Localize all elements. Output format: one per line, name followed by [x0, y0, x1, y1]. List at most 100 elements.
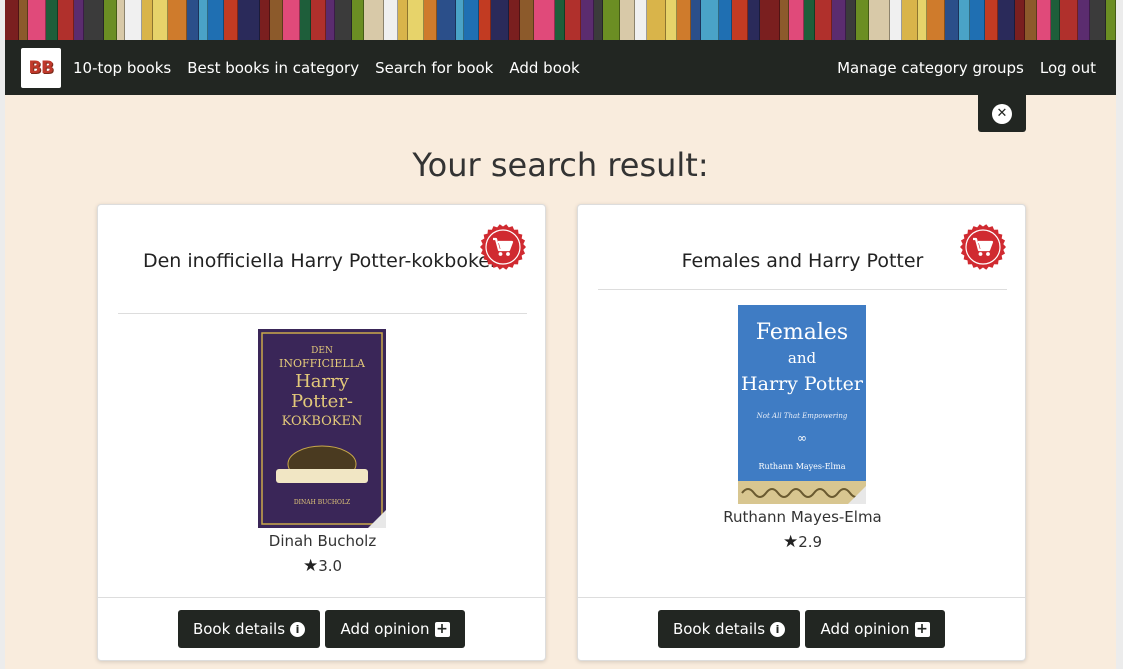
book-cover[interactable]: Females and Harry Potter Not All That Em… — [738, 305, 866, 504]
book-spine — [152, 0, 168, 40]
rating-value: 2.9 — [798, 533, 823, 551]
svg-text:∞: ∞ — [797, 431, 807, 445]
book-spine — [676, 0, 691, 40]
book-spine — [167, 0, 187, 40]
book-spine — [602, 0, 620, 40]
nav-add-book[interactable]: Add book — [505, 59, 583, 77]
book-details-button[interactable]: Book details i — [178, 610, 320, 648]
book-spine — [619, 0, 635, 40]
add-opinion-button[interactable]: Add opinion + — [325, 610, 465, 648]
book-details-button[interactable]: Book details i — [658, 610, 800, 648]
navbar: BB 10-top books Best books in category S… — [5, 40, 1116, 95]
book-title[interactable]: Den inofficiella Harry Potter-kokboken — [118, 249, 527, 273]
book-spine — [918, 0, 928, 40]
book-spine — [73, 0, 84, 40]
book-title[interactable]: Females and Harry Potter — [598, 249, 1007, 273]
brand-logo[interactable]: BB — [21, 47, 61, 88]
book-spine — [57, 0, 74, 40]
info-icon: i — [770, 621, 786, 637]
plus-square-icon: + — [434, 621, 450, 637]
cover-text: KOKBOKEN — [282, 414, 363, 429]
book-spine — [186, 0, 199, 40]
book-spine — [335, 0, 353, 40]
card-footer-divider — [98, 597, 545, 598]
book-spine — [300, 0, 312, 40]
book-spine — [593, 0, 603, 40]
book-spine — [985, 0, 999, 40]
book-spine — [223, 0, 238, 40]
add-opinion-button[interactable]: Add opinion + — [805, 610, 945, 648]
close-button[interactable]: ✕ — [978, 95, 1026, 132]
book-spine — [103, 0, 117, 40]
nav-right-group: Manage category groups Log out — [825, 59, 1116, 77]
cover-text: Not All That Empowering — [756, 412, 848, 420]
book-spine — [690, 0, 701, 40]
book-spine — [1106, 0, 1116, 40]
book-spine — [5, 0, 19, 40]
book-spine — [1015, 0, 1026, 40]
book-spine — [665, 0, 677, 40]
book-spine — [1025, 0, 1038, 40]
book-author: Ruthann Mayes-Elma — [723, 508, 882, 526]
nav-manage-category-groups[interactable]: Manage category groups — [833, 59, 1028, 77]
book-spine — [581, 0, 594, 40]
book-spine — [509, 0, 521, 40]
book-spine — [1060, 0, 1079, 40]
nav-log-out[interactable]: Log out — [1036, 59, 1100, 77]
book-card: Den inofficiella Harry Potter-kokboken D… — [97, 204, 546, 661]
book-rating: ★3.0 — [98, 556, 547, 576]
book-spine — [718, 0, 732, 40]
book-spine — [384, 0, 399, 40]
book-spine — [237, 0, 260, 40]
book-author: Dinah Bucholz — [268, 532, 377, 550]
cart-icon[interactable] — [960, 224, 1006, 270]
book-spine — [779, 0, 789, 40]
info-icon: i — [290, 621, 306, 637]
cover-text: Potter- — [291, 391, 353, 412]
book-spine — [759, 0, 780, 40]
book-spine — [437, 0, 457, 40]
book-spine — [479, 0, 492, 40]
book-spine — [845, 0, 856, 40]
close-icon: ✕ — [992, 103, 1012, 124]
book-spine — [269, 0, 283, 40]
cart-icon[interactable] — [480, 224, 526, 270]
book-cover[interactable]: DEN INOFFICIELLA Harry Potter- KOKBOKEN … — [258, 329, 386, 528]
cover-text: Harry — [295, 371, 350, 392]
nav-top-books[interactable]: 10-top books — [69, 59, 175, 77]
book-spine — [855, 0, 869, 40]
book-spine — [282, 0, 301, 40]
nav-best-in-category[interactable]: Best books in category — [183, 59, 363, 77]
book-card: Females and Harry Potter Females and Har… — [577, 204, 1026, 661]
rating-value: 3.0 — [318, 557, 343, 575]
book-spine — [970, 0, 986, 40]
book-spine — [1090, 0, 1107, 40]
book-spine — [902, 0, 919, 40]
book-spine — [520, 0, 535, 40]
book-spine — [927, 0, 946, 40]
book-spine — [803, 0, 815, 40]
book-spine — [565, 0, 581, 40]
book-spine — [1037, 0, 1052, 40]
book-spine — [464, 0, 480, 40]
book-spine — [424, 0, 438, 40]
book-spine — [534, 0, 556, 40]
add-opinion-label: Add opinion — [340, 620, 430, 638]
book-spine — [959, 0, 971, 40]
title-divider — [598, 289, 1007, 290]
cover-text: Females — [756, 320, 848, 345]
book-spine — [259, 0, 270, 40]
book-spine — [116, 0, 125, 40]
book-spine — [731, 0, 748, 40]
book-spine — [141, 0, 153, 40]
book-spine — [788, 0, 804, 40]
book-details-label: Book details — [192, 620, 286, 638]
book-spine — [18, 0, 28, 40]
star-icon: ★ — [782, 532, 799, 552]
book-spine — [364, 0, 385, 40]
book-spine — [747, 0, 760, 40]
title-divider — [118, 313, 527, 314]
add-opinion-label: Add opinion — [820, 620, 910, 638]
card-footer-divider — [578, 597, 1025, 598]
nav-search-for-book[interactable]: Search for book — [371, 59, 497, 77]
